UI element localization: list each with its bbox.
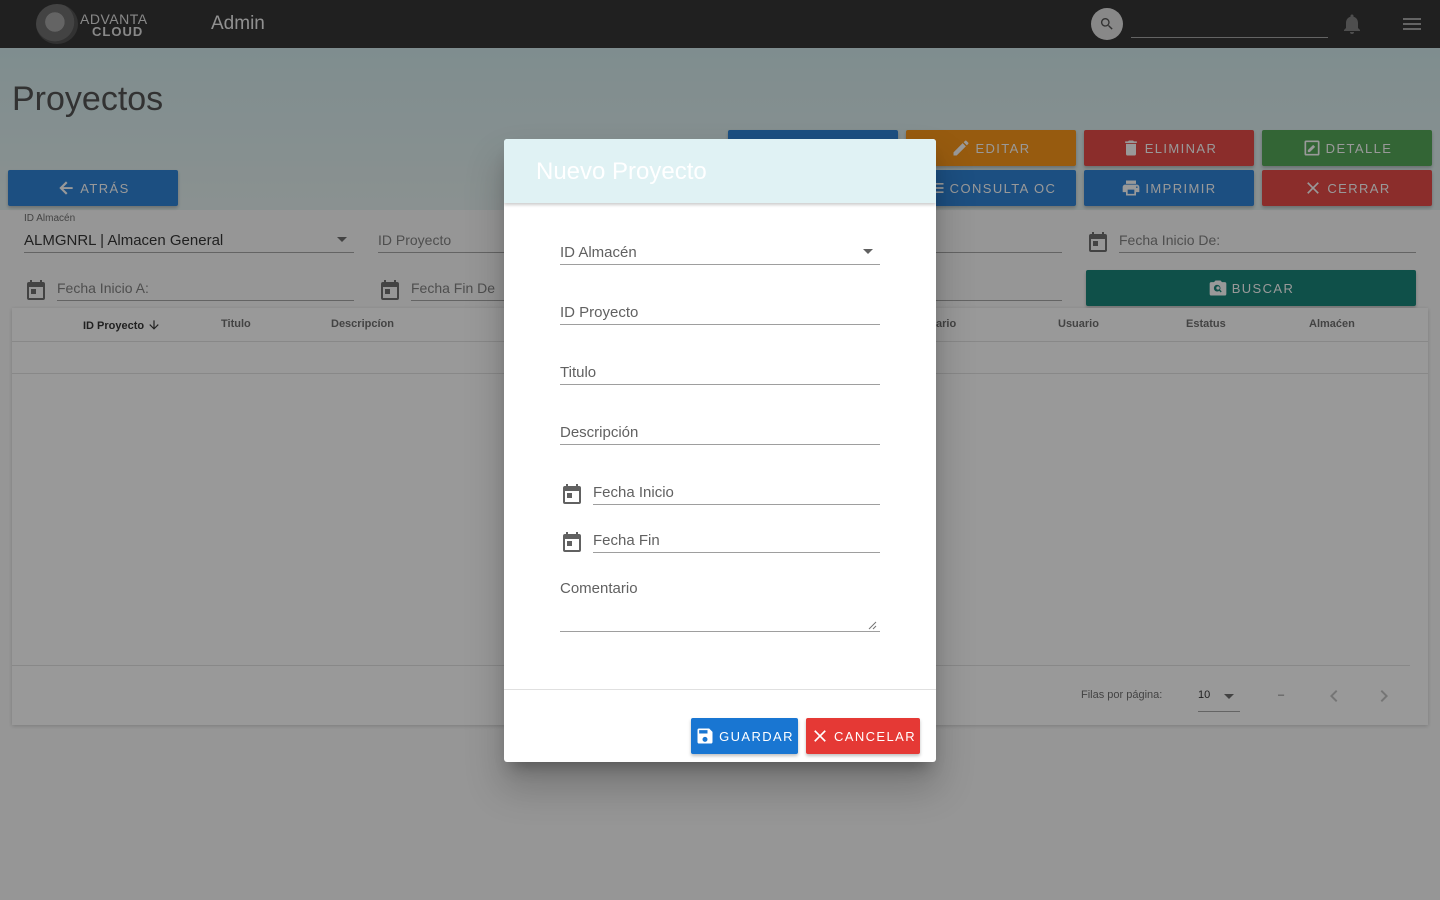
save-button[interactable]: GUARDAR [691,718,798,754]
dialog-proyecto-label: ID Proyecto [560,304,639,321]
dialog-descripcion-input[interactable]: Descripción [560,419,880,445]
dialog-proyecto-input[interactable]: ID Proyecto [560,299,880,325]
dialog-titulo-input[interactable]: Titulo [560,359,880,385]
close-icon [814,730,826,742]
dialog-footer-divider [504,689,936,690]
dialog-fecha-inicio-input[interactable]: Fecha Inicio [593,479,880,505]
dialog-title: Nuevo Proyecto [536,158,707,185]
new-project-dialog: Nuevo Proyecto ID Almacén ID Proyecto Ti… [504,139,936,762]
cancel-button-label: CANCELAR [834,728,916,744]
calendar-icon[interactable] [560,482,584,506]
dialog-almacen-select[interactable]: ID Almacén [560,239,880,265]
dialog-header: Nuevo Proyecto [504,139,936,203]
save-button-label: GUARDAR [719,728,794,744]
chevron-down-icon [863,249,873,254]
dialog-comentario-label: Comentario [560,580,638,597]
dialog-fecha-fin-label: Fecha Fin [593,532,660,549]
dialog-titulo-label: Titulo [560,364,597,381]
dialog-fecha-fin-input[interactable]: Fecha Fin [593,527,880,553]
resize-handle-icon[interactable] [868,621,877,630]
dialog-almacen-label: ID Almacén [560,244,637,261]
dialog-comentario-textarea[interactable]: Comentario [560,575,880,632]
calendar-icon[interactable] [560,530,584,554]
save-icon [697,728,713,744]
dialog-fecha-inicio-label: Fecha Inicio [593,484,674,501]
cancel-button[interactable]: CANCELAR [806,718,920,754]
dialog-descripcion-label: Descripción [560,424,639,441]
